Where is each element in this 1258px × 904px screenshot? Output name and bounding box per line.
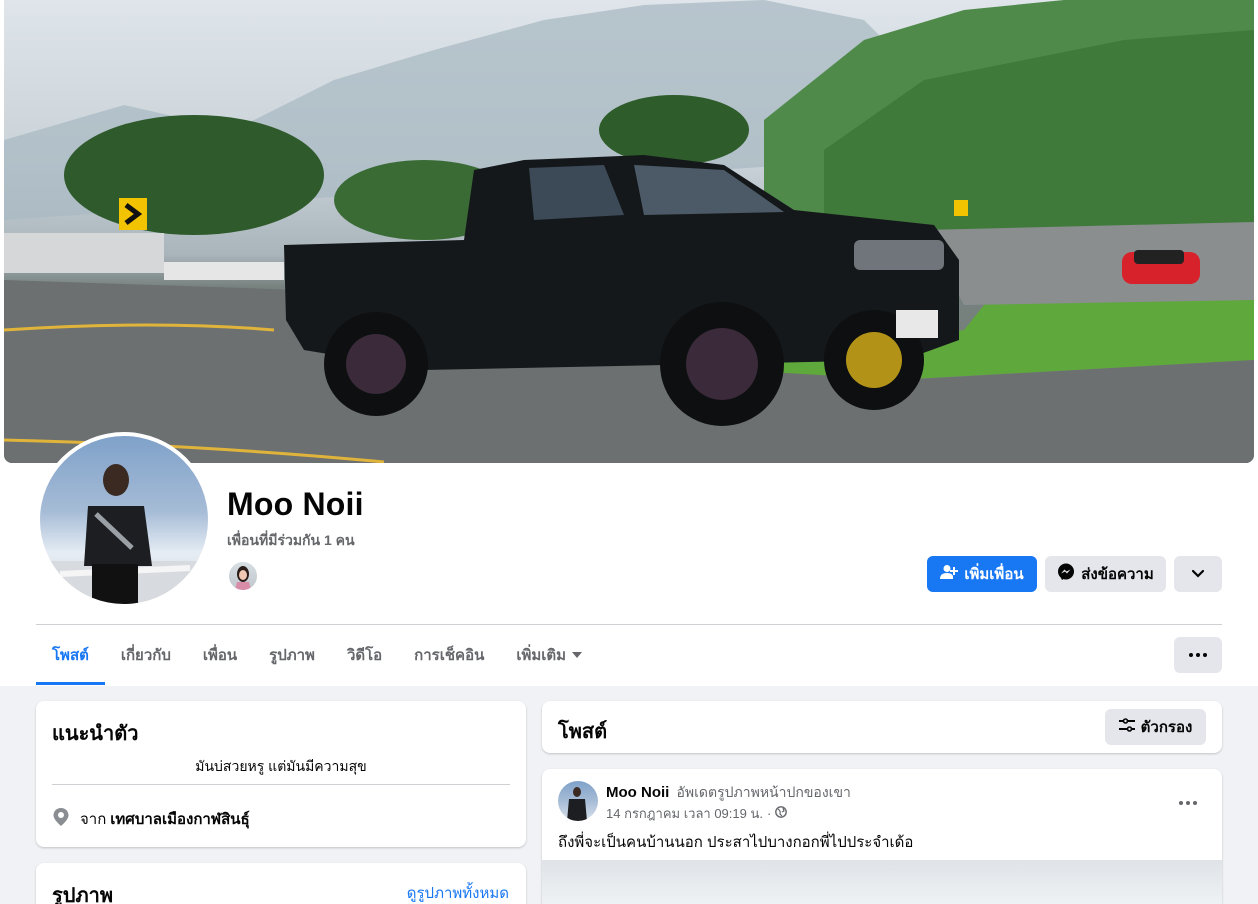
post-timestamp[interactable]: 14 กรกฎาคม เวลา 09:19 น.	[606, 803, 763, 824]
mutual-friends-count[interactable]: เพื่อนที่มีร่วมกัน 1 คน	[227, 530, 355, 552]
intro-bio: มันบ่สวยหรู แต่มันมีความสุข	[195, 758, 367, 774]
tab-check-ins[interactable]: การเช็คอิน	[398, 625, 500, 685]
tab-more-label: เพิ่มเติม	[516, 647, 567, 664]
filter-label: ตัวกรอง	[1140, 719, 1193, 736]
message-label: ส่งข้อความ	[1081, 566, 1154, 583]
tab-friends[interactable]: เพื่อน	[187, 625, 253, 685]
add-friend-icon	[940, 564, 959, 584]
profile-name: Moo Noii	[227, 486, 364, 522]
globe-icon	[775, 806, 788, 821]
post-action: อัพเดตรูปภาพหน้าปกของเขา	[676, 784, 851, 800]
tab-more[interactable]: เพิ่มเติม	[500, 625, 598, 685]
post-header-line: Moo Noii อัพเดตรูปภาพหน้าปกของเขา	[606, 782, 851, 804]
post-author-avatar[interactable]	[558, 781, 598, 821]
add-friend-label: เพิ่มเพื่อน	[964, 566, 1024, 583]
tab-about[interactable]: เกี่ยวกับ	[105, 625, 187, 685]
more-icon	[1179, 801, 1197, 805]
profile-photo	[40, 436, 208, 604]
post-card: Moo Noii อัพเดตรูปภาพหน้าปกของเขา 14 กรก…	[542, 769, 1222, 904]
tabs-more-button[interactable]	[1174, 637, 1222, 673]
intro-location: จาก เทศบาลเมืองกาฬสินธุ์	[52, 807, 250, 831]
profile-options-button[interactable]	[1174, 556, 1222, 592]
cover-photo-scene	[4, 0, 1254, 463]
location-prefix: จาก	[80, 811, 107, 828]
location-link[interactable]: เทศบาลเมืองกาฬสินธุ์	[110, 807, 249, 831]
tab-photos[interactable]: รูปภาพ	[253, 625, 331, 685]
intro-card: แนะนำตัว มันบ่สวยหรู แต่มันมีความสุข จาก…	[36, 701, 526, 847]
photos-title: รูปภาพ	[52, 885, 114, 904]
tab-posts[interactable]: โพสต์	[36, 625, 105, 685]
profile-avatar[interactable]	[36, 432, 212, 608]
cover-photo[interactable]	[4, 0, 1254, 463]
profile-header: Moo Noii เพื่อนที่มีร่วมกัน 1 คน เพิ่มเพ…	[0, 0, 1258, 686]
filter-icon	[1118, 718, 1135, 736]
post-options-button[interactable]	[1170, 785, 1206, 821]
intro-divider	[52, 784, 510, 785]
post-image[interactable]	[542, 860, 1222, 904]
caret-down-icon	[572, 652, 583, 658]
intro-title: แนะนำตัว	[52, 723, 139, 745]
posts-title: โพสต์	[558, 721, 608, 743]
post-meta: 14 กรกฎาคม เวลา 09:19 น. ·	[606, 803, 788, 824]
location-pin-icon	[52, 807, 70, 831]
profile-tabs: โพสต์ เกี่ยวกับ เพื่อน รูปภาพ วิดีโอ การ…	[36, 625, 598, 685]
meta-separator: ·	[766, 806, 772, 821]
posts-header-card: โพสต์ ตัวกรอง	[542, 701, 1222, 753]
post-author[interactable]: Moo Noii	[606, 784, 669, 801]
messenger-icon	[1057, 563, 1075, 585]
tab-videos[interactable]: วิดีโอ	[331, 625, 398, 685]
more-icon	[1189, 653, 1207, 657]
filter-button[interactable]: ตัวกรอง	[1105, 709, 1206, 745]
add-friend-button[interactable]: เพิ่มเพื่อน	[927, 556, 1037, 592]
post-text: ถึงพี่จะเป็นคนบ้านนอก ประสาไปบางกอกพี่ไป…	[558, 834, 914, 851]
see-all-photos-link[interactable]: ดูรูปภาพทั้งหมด	[407, 881, 509, 904]
chevron-down-icon	[1191, 566, 1205, 583]
photos-card: รูปภาพ ดูรูปภาพทั้งหมด	[36, 863, 526, 904]
mutual-friend-avatar[interactable]	[227, 560, 259, 592]
message-button[interactable]: ส่งข้อความ	[1045, 556, 1166, 592]
